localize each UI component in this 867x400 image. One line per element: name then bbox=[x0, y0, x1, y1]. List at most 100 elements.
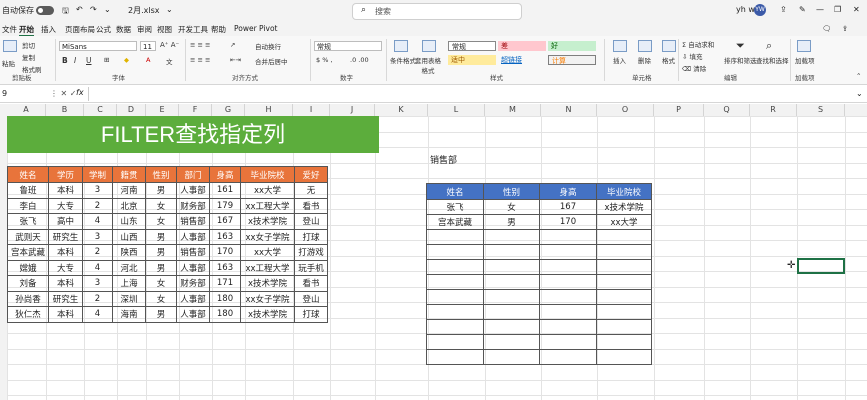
column-header-m[interactable]: M bbox=[485, 104, 541, 116]
menu-data[interactable]: 数据 bbox=[116, 24, 131, 35]
table-cell[interactable]: xx女子学院 bbox=[240, 228, 295, 245]
table-cell[interactable]: 河北 bbox=[112, 259, 146, 276]
share-icon[interactable]: ⇪ bbox=[780, 5, 787, 14]
filter-icon[interactable]: ⏷ bbox=[736, 39, 745, 53]
table-cell[interactable] bbox=[596, 304, 652, 320]
table-cell[interactable] bbox=[596, 274, 652, 290]
table-cell[interactable]: 深圳 bbox=[112, 290, 146, 307]
addins-icon[interactable] bbox=[797, 40, 811, 52]
autosum-button[interactable]: Σ 自动求和 bbox=[682, 39, 714, 49]
table-cell[interactable]: 宫本武藏 bbox=[426, 214, 484, 230]
table-cell[interactable] bbox=[483, 274, 540, 290]
column-header-c[interactable]: C bbox=[84, 104, 117, 116]
table-cell[interactable]: 男 bbox=[483, 214, 540, 230]
table-cell[interactable]: xx女子学院 bbox=[240, 290, 295, 307]
table-cell[interactable]: x技术学院 bbox=[240, 306, 295, 323]
table-cell[interactable] bbox=[539, 244, 597, 260]
table-cell[interactable] bbox=[596, 319, 652, 335]
column-header[interactable]: 学制 bbox=[82, 166, 113, 183]
table-cell[interactable] bbox=[596, 349, 652, 365]
table-cell[interactable]: 海南 bbox=[112, 306, 146, 323]
table-cell[interactable]: 张飞 bbox=[426, 199, 484, 215]
table-cell[interactable]: 打球 bbox=[294, 306, 328, 323]
style-hyperlink[interactable]: 超链接 bbox=[498, 55, 546, 65]
table-cell[interactable] bbox=[539, 259, 597, 275]
table-cell[interactable]: 陕西 bbox=[112, 244, 146, 261]
column-header[interactable]: 性别 bbox=[483, 183, 540, 200]
column-header[interactable]: 姓名 bbox=[426, 183, 484, 200]
table-cell[interactable]: x技术学院 bbox=[240, 275, 295, 292]
table-cell[interactable]: xx工程大学 bbox=[240, 197, 295, 214]
format-cells-icon[interactable] bbox=[662, 40, 676, 52]
currency-icon[interactable]: $ % , bbox=[316, 56, 333, 64]
table-cell[interactable]: 大专 bbox=[48, 259, 83, 276]
table-cell[interactable]: 武则天 bbox=[7, 228, 49, 245]
table-cell[interactable]: 男 bbox=[145, 259, 177, 276]
find-icon[interactable]: ⌕ bbox=[766, 39, 772, 53]
table-cell[interactable]: 171 bbox=[209, 275, 241, 292]
table-cell[interactable] bbox=[539, 304, 597, 320]
table-cell[interactable]: xx大学 bbox=[596, 214, 652, 230]
column-header-l[interactable]: L bbox=[428, 104, 485, 116]
table-cell[interactable]: 研究生 bbox=[48, 228, 83, 245]
table-cell[interactable] bbox=[596, 259, 652, 275]
selected-cell[interactable] bbox=[797, 258, 845, 274]
table-cell[interactable]: 3 bbox=[82, 275, 113, 292]
column-header[interactable]: 籍贯 bbox=[112, 166, 146, 183]
table-cell[interactable]: 170 bbox=[539, 214, 597, 230]
restore-icon[interactable]: ❐ bbox=[834, 5, 841, 14]
table-cell[interactable]: 4 bbox=[82, 306, 113, 323]
font-size-select[interactable]: 11 bbox=[140, 41, 156, 51]
column-header[interactable]: 性别 bbox=[145, 166, 177, 183]
table-cell[interactable]: 女 bbox=[483, 199, 540, 215]
table-cell[interactable]: 上海 bbox=[112, 275, 146, 292]
table-cell[interactable]: 2 bbox=[82, 197, 113, 214]
column-header[interactable]: 毕业院校 bbox=[596, 183, 652, 200]
paste-button[interactable]: 粘贴 bbox=[2, 58, 15, 68]
column-header-g[interactable]: G bbox=[212, 104, 245, 116]
menu-developer[interactable]: 开发工具 bbox=[178, 24, 208, 35]
table-cell[interactable]: 4 bbox=[82, 213, 113, 230]
table-cell[interactable] bbox=[596, 244, 652, 260]
table-cell[interactable]: 狄仁杰 bbox=[7, 306, 49, 323]
clear-button[interactable]: ⌫ 清除 bbox=[682, 63, 706, 73]
column-header[interactable]: 部门 bbox=[176, 166, 210, 183]
table-cell[interactable] bbox=[539, 319, 597, 335]
italic-icon[interactable]: I bbox=[74, 56, 76, 65]
find-select-button[interactable]: 查找和选择 bbox=[756, 55, 789, 65]
table-cell[interactable] bbox=[483, 319, 540, 335]
table-cell[interactable]: 北京 bbox=[112, 197, 146, 214]
table-cell[interactable] bbox=[539, 229, 597, 245]
fill-color-icon[interactable]: ◆ bbox=[124, 56, 129, 64]
chevron-down-icon[interactable]: ⌄ bbox=[166, 5, 173, 14]
table-cell[interactable]: 男 bbox=[145, 244, 177, 261]
table-cell[interactable]: 179 bbox=[209, 197, 241, 214]
customize-qat-icon[interactable]: ⌄ bbox=[104, 5, 111, 14]
table-cell[interactable]: 山西 bbox=[112, 228, 146, 245]
table-cell[interactable]: 180 bbox=[209, 290, 241, 307]
table-cell[interactable]: 167 bbox=[209, 213, 241, 230]
table-format-button[interactable]: 套用表格格式 bbox=[414, 55, 442, 75]
table-cell[interactable]: 2 bbox=[82, 244, 113, 261]
column-header[interactable]: 身高 bbox=[539, 183, 597, 200]
formula-buttons-icon[interactable]: ⋮ ✕ ✓ bbox=[50, 89, 77, 98]
style-normal[interactable]: 常规 bbox=[448, 41, 496, 51]
table-cell[interactable]: 高中 bbox=[48, 213, 83, 230]
paste-icon[interactable] bbox=[3, 40, 17, 52]
style-neutral[interactable]: 适中 bbox=[448, 55, 496, 65]
sort-filter-button[interactable]: 排序和筛选 bbox=[724, 55, 757, 65]
column-header[interactable]: 爱好 bbox=[294, 166, 328, 183]
decimal-icon[interactable]: .0 .00 bbox=[350, 56, 369, 64]
style-calculation[interactable]: 计算 bbox=[548, 55, 596, 65]
fill-button[interactable]: ⇩ 填充 bbox=[682, 51, 703, 61]
table-cell[interactable]: 孙尚香 bbox=[7, 290, 49, 307]
table-cell[interactable]: 玩手机 bbox=[294, 259, 328, 276]
table-cell[interactable]: 4 bbox=[82, 259, 113, 276]
collapse-ribbon-icon[interactable]: ⌃ bbox=[856, 72, 861, 80]
share-menu-icon[interactable]: ⇪ bbox=[842, 24, 848, 33]
menu-formulas[interactable]: 公式 bbox=[96, 24, 111, 35]
autosave-toggle[interactable] bbox=[36, 6, 54, 15]
table-cell[interactable]: 3 bbox=[82, 228, 113, 245]
table-cell[interactable] bbox=[539, 334, 597, 350]
fx-icon[interactable]: fx bbox=[76, 88, 84, 97]
